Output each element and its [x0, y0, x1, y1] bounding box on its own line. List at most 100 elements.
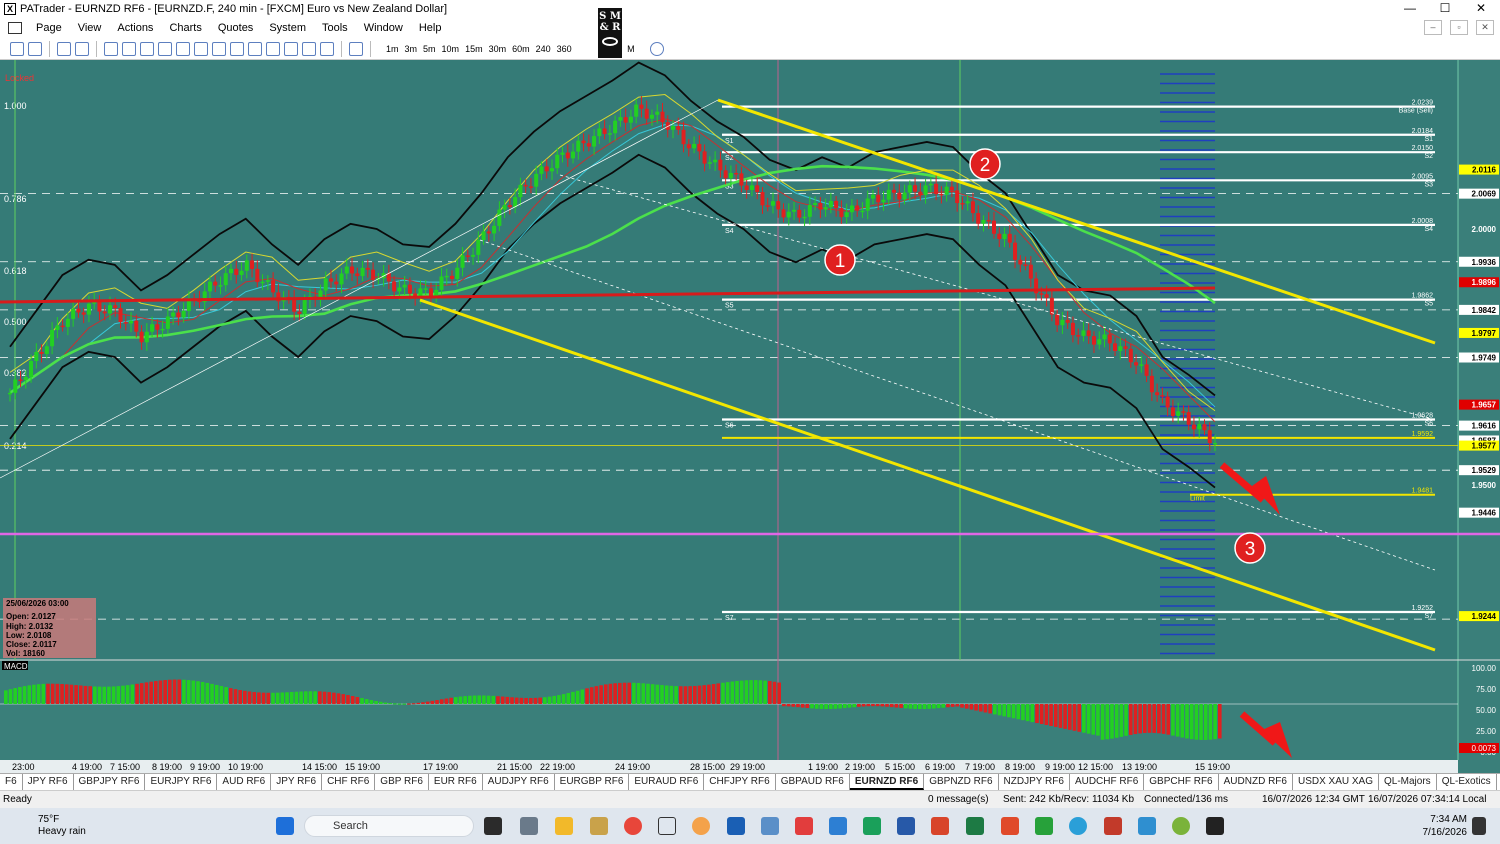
app-icon[interactable] — [1001, 817, 1019, 835]
symbol-tab[interactable]: GBPJPY RF6 — [74, 774, 146, 790]
channel-icon[interactable] — [176, 41, 190, 56]
symbol-tab[interactable]: QL-Majors — [1379, 774, 1437, 790]
tf-240[interactable]: 240 — [536, 44, 551, 54]
minimize-button[interactable]: — — [1392, 0, 1428, 18]
menu-view[interactable]: View — [70, 22, 110, 34]
tf-15m[interactable]: 15m — [465, 44, 483, 54]
photos-icon[interactable] — [761, 817, 779, 835]
fib-icon[interactable] — [194, 41, 208, 56]
mdi-close-button[interactable]: ✕ — [1476, 20, 1494, 35]
notification-icon[interactable] — [1472, 817, 1486, 835]
symbol-tab[interactable]: CHFJPY RF6 — [704, 774, 776, 790]
app-icon[interactable] — [692, 817, 710, 835]
menu-system[interactable]: System — [261, 22, 314, 34]
tf-30m[interactable]: 30m — [489, 44, 507, 54]
symbol-tab[interactable]: GBPNZD RF6 — [924, 774, 999, 790]
menu-help[interactable]: Help — [411, 22, 450, 34]
windows-start-icon[interactable] — [276, 817, 294, 835]
fib-ext-icon[interactable] — [212, 41, 226, 56]
close-button[interactable]: ✕ — [1463, 0, 1499, 18]
app-icon[interactable] — [590, 817, 608, 835]
symbol-tab[interactable]: JPY RF6 — [23, 774, 74, 790]
symbol-tab[interactable]: F6 — [0, 774, 23, 790]
tf-5m[interactable]: 5m — [423, 44, 436, 54]
app-icon[interactable] — [1035, 817, 1053, 835]
office-icon[interactable] — [931, 817, 949, 835]
symbol-tab[interactable]: USDX RF — [1497, 774, 1500, 790]
andrews-icon[interactable] — [302, 41, 316, 56]
app-icon[interactable] — [1172, 817, 1190, 835]
tool-icon-1[interactable] — [10, 41, 24, 56]
symbol-tab[interactable]: EURJPY RF6 — [145, 774, 218, 790]
symbol-tab[interactable]: EURGBP RF6 — [555, 774, 630, 790]
page-icon[interactable] — [8, 22, 22, 34]
symbol-tab[interactable]: GBPAUD RF6 — [776, 774, 850, 790]
pencil-icon[interactable] — [349, 41, 363, 56]
symbol-tab[interactable]: AUDJPY RF6 — [483, 774, 555, 790]
taskview-icon[interactable] — [484, 817, 502, 835]
chart-icon[interactable] — [57, 41, 71, 56]
notes-icon[interactable] — [727, 817, 745, 835]
tf-3m[interactable]: 3m — [405, 44, 418, 54]
tf-60m[interactable]: 60m — [512, 44, 530, 54]
weather-widget[interactable]: 75°F Heavy rain — [14, 814, 86, 838]
symbol-tab[interactable]: GBPCHF RF6 — [1144, 774, 1219, 790]
patrader-icon[interactable] — [658, 817, 676, 835]
tf-10m[interactable]: 10m — [442, 44, 460, 54]
cycle-icon[interactable] — [248, 41, 262, 56]
app-icon[interactable] — [863, 817, 881, 835]
symbol-tab[interactable]: AUDNZD RF6 — [1219, 774, 1293, 790]
explorer-icon[interactable] — [555, 817, 573, 835]
tf-1m[interactable]: 1m — [386, 44, 399, 54]
text-icon[interactable] — [284, 41, 298, 56]
symbol-tab[interactable]: NZDJPY RF6 — [999, 774, 1070, 790]
menu-window[interactable]: Window — [356, 22, 411, 34]
symbol-tab[interactable]: USDX XAU XAG — [1293, 774, 1379, 790]
chrome-icon[interactable] — [624, 817, 642, 835]
symbol-tab[interactable]: EUR RF6 — [429, 774, 483, 790]
symbol-tab[interactable]: AUD RF6 — [217, 774, 272, 790]
trendline-icon[interactable] — [158, 41, 172, 56]
levels-icon[interactable] — [320, 41, 334, 56]
smr-icon[interactable] — [1206, 817, 1224, 835]
mdi-restore-button[interactable]: ▫ — [1450, 20, 1468, 35]
crosshair-icon[interactable] — [75, 41, 89, 56]
menu-quotes[interactable]: Quotes — [210, 22, 261, 34]
app-icon[interactable] — [1104, 817, 1122, 835]
symbol-tab[interactable]: GBP RF6 — [375, 774, 429, 790]
menu-charts[interactable]: Charts — [161, 22, 209, 34]
app-icon[interactable] — [1138, 817, 1156, 835]
symbol-tab[interactable]: QL-Exotics — [1437, 774, 1497, 790]
mdi-minimize-button[interactable]: – — [1424, 20, 1442, 35]
maximize-button[interactable]: ☐ — [1427, 0, 1463, 18]
tf-m[interactable]: M — [627, 44, 635, 54]
tf-360[interactable]: 360 — [557, 44, 572, 54]
price-pane[interactable] — [0, 60, 1458, 660]
rect-icon[interactable] — [266, 41, 280, 56]
tool-icon-2[interactable] — [28, 41, 42, 56]
candle-body — [813, 203, 818, 205]
clock-icon[interactable] — [649, 41, 664, 56]
candle-body — [955, 190, 960, 204]
gann-icon[interactable] — [230, 41, 244, 56]
calculator-icon[interactable] — [520, 817, 538, 835]
symbol-tab[interactable]: EURNZD RF6 — [849, 774, 925, 790]
menu-actions[interactable]: Actions — [109, 22, 161, 34]
excel-icon[interactable] — [966, 817, 984, 835]
hline-icon[interactable] — [122, 41, 136, 56]
app-s-icon[interactable] — [829, 817, 847, 835]
vline-icon[interactable] — [140, 41, 154, 56]
cursor-icon[interactable] — [104, 41, 118, 56]
system-clock[interactable]: 7:34 AM 7/16/2026 — [1423, 813, 1468, 839]
search-input[interactable]: Search — [304, 815, 474, 837]
symbol-tab[interactable]: EURAUD RF6 — [629, 774, 705, 790]
menu-tools[interactable]: Tools — [314, 22, 356, 34]
outlook-icon[interactable] — [897, 817, 915, 835]
telegram-icon[interactable] — [1069, 817, 1087, 835]
menu-page[interactable]: Page — [28, 22, 70, 34]
symbol-tab[interactable]: AUDCHF RF6 — [1070, 774, 1145, 790]
symbol-tab[interactable]: JPY RF6 — [271, 774, 323, 790]
symbol-tab[interactable]: CHF RF6 — [322, 774, 376, 790]
chart-window[interactable]: Locked 1.000 0.786 0.618 0.500 0.382 0.2… — [0, 60, 1500, 773]
app-s-icon[interactable] — [795, 817, 813, 835]
